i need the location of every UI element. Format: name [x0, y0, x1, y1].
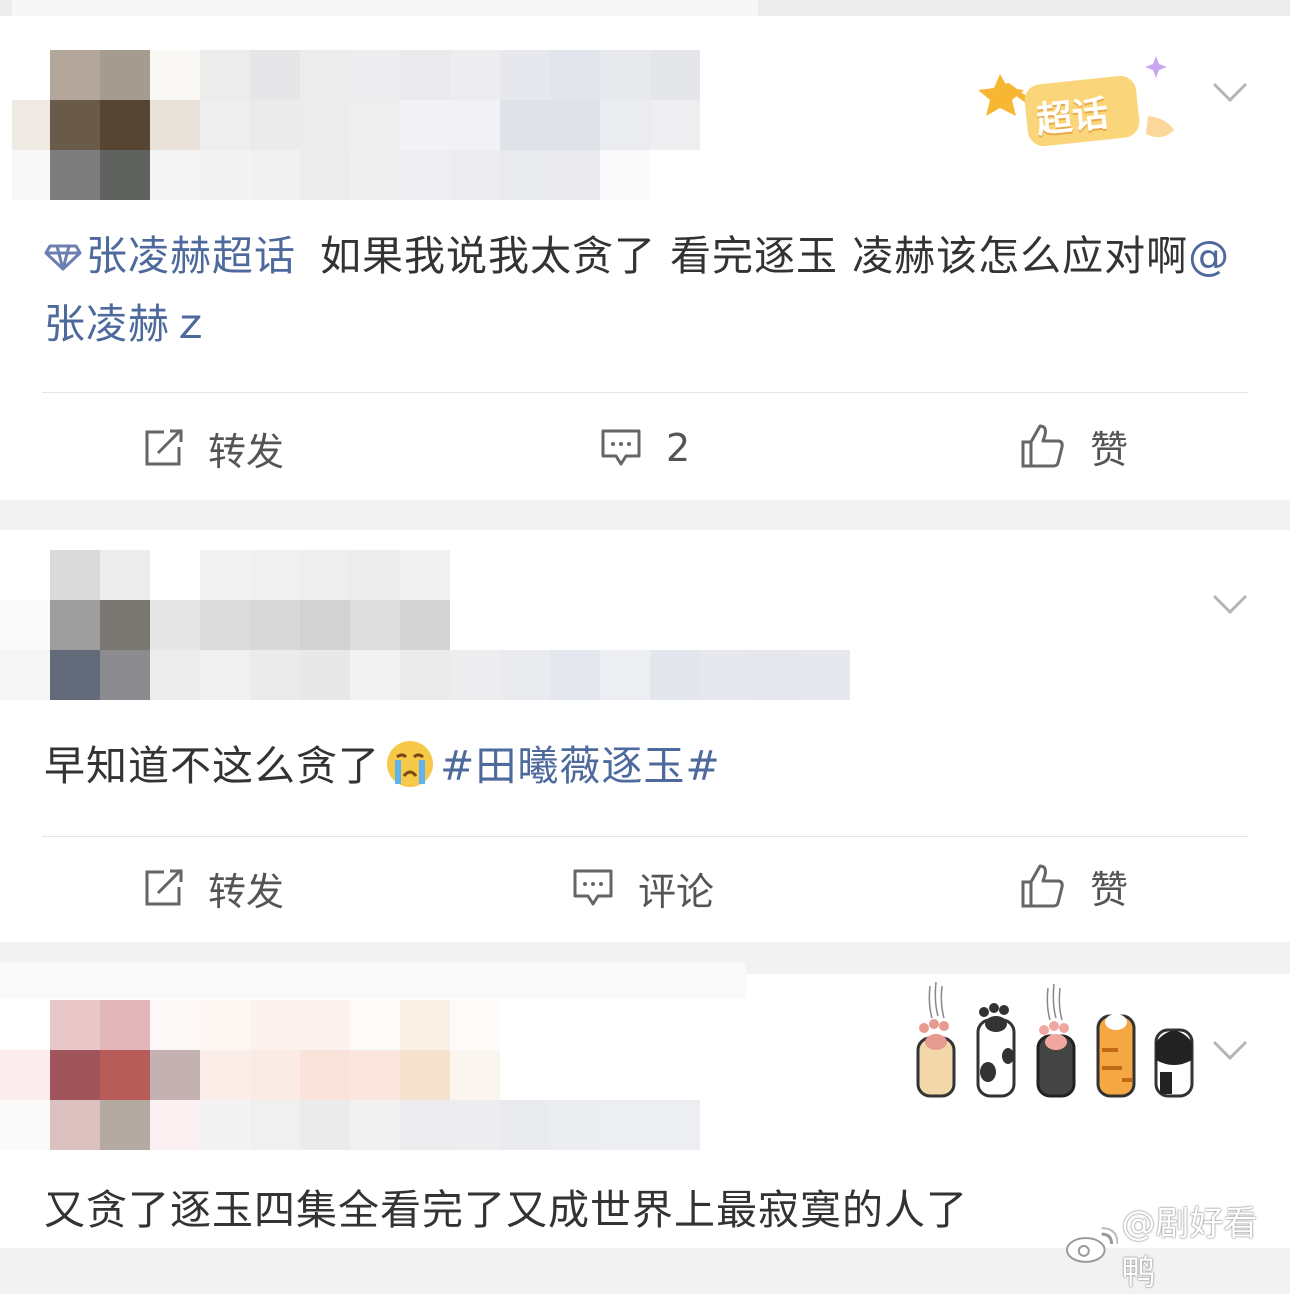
post-text: 张凌赫超话 如果我说我太贪了 看完逐玉 凌赫该怎么应对啊@张凌赫ｚ [44, 222, 1246, 358]
post-text: 早知道不这么贪了 #田曦薇逐玉# [44, 732, 1246, 800]
post-card-1: 超话 张凌赫超话 如果我说我太贪了 看完逐玉 凌赫该怎么应对啊@张凌赫ｚ 转发 2… [0, 16, 1290, 500]
post-body: 早知道不这么贪了 [44, 742, 380, 790]
repost-label: 转发 [208, 869, 285, 914]
super-topic-link[interactable]: 张凌赫超话 [44, 232, 296, 280]
comment-icon [601, 429, 641, 466]
post-card-2: 早知道不这么贪了 #田曦薇逐玉# 转发 评论 赞 [0, 530, 1290, 942]
divider [42, 836, 1248, 837]
repost-label: 转发 [208, 429, 285, 474]
like-label: 赞 [1090, 867, 1129, 912]
repost-icon [145, 869, 183, 906]
comment-label: 评论 [638, 869, 715, 914]
post-body: 如果我说我太贪了 看完逐玉 凌赫该怎么应对啊 [320, 232, 1189, 280]
post-body: 又贪了逐玉四集全看完了又成世界上最寂寞的人了 [44, 1186, 968, 1234]
chevron-down-icon[interactable] [1210, 584, 1250, 624]
crying-face-icon [387, 741, 433, 787]
like-button[interactable]: 赞 [1020, 418, 1128, 474]
topic-link[interactable]: #田曦薇逐玉# [440, 742, 721, 790]
comment-count: 2 [666, 426, 691, 470]
like-label: 赞 [1090, 427, 1129, 472]
chevron-down-icon[interactable] [1210, 1030, 1250, 1070]
post-card-3: 又贪了逐玉四集全看完了又成世界上最寂寞的人了 @剧好看鸭 [0, 962, 1290, 1293]
repost-button[interactable]: 转发 [144, 860, 284, 916]
weibo-logo-icon [1065, 1227, 1118, 1263]
blurred-user-info [0, 1000, 700, 1150]
repost-button[interactable]: 转发 [144, 420, 284, 476]
watermark: @剧好看鸭 [1064, 1196, 1290, 1294]
blurred-user-info [0, 50, 700, 200]
like-button[interactable]: 赞 [1020, 858, 1128, 914]
thumbs-up-icon [1021, 864, 1064, 908]
repost-icon [145, 429, 183, 466]
cat-paws-decoration-icon [916, 981, 1194, 1098]
divider [42, 392, 1248, 393]
thumbs-up-icon [1021, 424, 1064, 468]
comment-icon [573, 869, 613, 906]
blurred-user-info [0, 550, 850, 700]
super-topic-badge-label: 超话 [1034, 93, 1111, 142]
comment-button[interactable]: 评论 [572, 860, 714, 916]
blurred-header-fragment [0, 962, 746, 998]
super-topic-badge[interactable]: 超话 [978, 46, 1182, 150]
diamond-icon [44, 244, 82, 271]
comment-button[interactable]: 2 [600, 420, 690, 476]
chevron-down-icon[interactable] [1210, 72, 1250, 112]
